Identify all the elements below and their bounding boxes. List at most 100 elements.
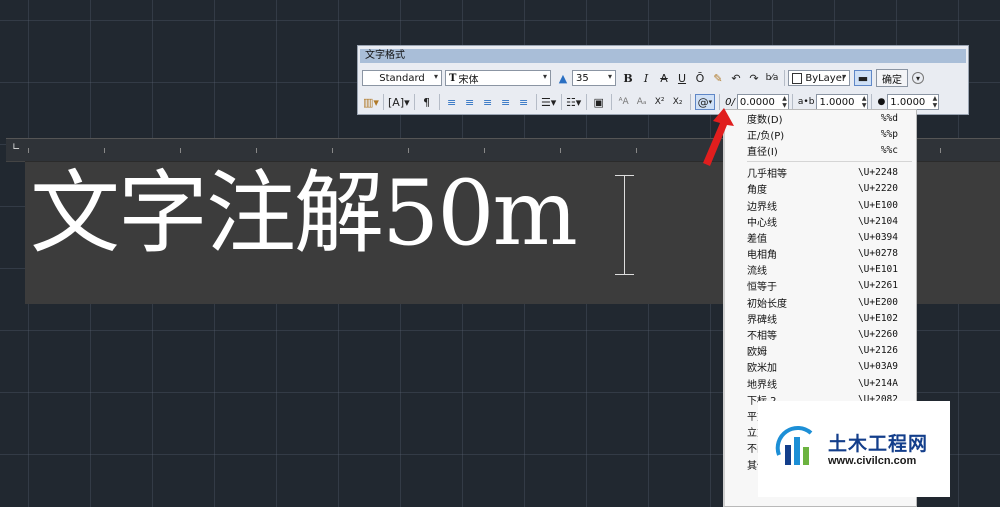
columns-icon[interactable]: ▥▾ <box>363 94 379 110</box>
subscript-button[interactable]: X₂ <box>670 94 686 110</box>
symbol-name: 恒等于 <box>747 282 777 294</box>
spinner-icon[interactable]: ▲ ▼ <box>782 95 787 109</box>
symbol-name: 欧姆 <box>747 347 767 359</box>
symbol-name: 中心线 <box>747 217 777 229</box>
symbol-code: %%d <box>880 112 898 124</box>
align-center-icon[interactable]: ≡ <box>462 94 478 110</box>
symbol-code: \U+0278 <box>857 248 898 260</box>
symbol-code: \U+0394 <box>857 231 898 243</box>
underline-button[interactable]: U <box>674 70 690 86</box>
symbol-menu-item[interactable]: 角度 \U+2220 <box>725 181 916 197</box>
style-dropdown[interactable]: Standard ▾ <box>362 70 442 86</box>
match-format-icon[interactable]: ✎ <box>710 70 726 86</box>
paragraph-icon[interactable]: ¶ <box>419 94 435 110</box>
symbol-code: \U+E200 <box>857 296 898 308</box>
symbol-menu-item[interactable]: 不相等 \U+2260 <box>725 326 916 342</box>
line-spacing-icon[interactable]: ☰▾ <box>541 94 557 110</box>
redo-icon[interactable]: ↷ <box>746 70 762 86</box>
symbol-code: \U+214A <box>857 377 898 389</box>
symbol-menu-item[interactable]: 初始长度 \U+E200 <box>725 294 916 310</box>
symbol-code: %%c <box>880 144 898 156</box>
symbol-menu-item[interactable]: 几乎相等 \U+2248 <box>725 165 916 181</box>
distribute-icon[interactable]: ≡ <box>516 94 532 110</box>
options-icon[interactable]: ▾ <box>912 72 924 84</box>
chevron-down-icon: ▾ <box>841 72 846 81</box>
text-height-value: 35 <box>576 72 589 84</box>
font-value: 宋体 <box>458 74 479 86</box>
bold-button[interactable]: B <box>620 70 636 86</box>
text-height-dropdown[interactable]: 35 ▾ <box>572 70 616 86</box>
superscript-button[interactable]: X² <box>652 94 668 110</box>
ok-button[interactable]: 确定 <box>876 69 908 87</box>
uppercase-icon[interactable]: ᴬA <box>616 94 632 110</box>
symbol-name: 正/负(P) <box>747 130 785 142</box>
width-factor-icon: ● <box>877 97 886 107</box>
symbol-code: \U+E101 <box>857 264 898 276</box>
symbol-menu-item[interactable]: 正/负(P) %%p <box>725 126 916 142</box>
italic-button[interactable]: I <box>638 70 654 86</box>
symbol-code: \U+03A9 <box>857 361 898 373</box>
tracking-value: 1.0000 <box>819 96 855 108</box>
color-swatch <box>792 72 803 84</box>
symbol-menu-item[interactable]: 直径(I) %%c <box>725 142 916 158</box>
strikethrough-button[interactable]: A <box>656 70 672 86</box>
justify-icon[interactable]: ≡ <box>498 94 514 110</box>
symbol-menu-item[interactable]: 度数(D) %%d <box>725 110 916 126</box>
symbol-menu-item[interactable]: 界碑线 \U+E102 <box>725 310 916 326</box>
symbol-name: 度数(D) <box>747 114 783 126</box>
symbol-code: \U+2104 <box>857 215 898 227</box>
mtext-justification-icon[interactable]: [A]▾ <box>388 94 410 110</box>
width-factor-input[interactable]: 1.0000 ▲ ▼ <box>887 94 940 110</box>
oblique-angle-input[interactable]: 0.0000 ▲ ▼ <box>736 94 789 110</box>
symbol-menu-item[interactable]: 地界线 \U+214A <box>725 375 916 391</box>
lowercase-icon[interactable]: Aₐ <box>634 94 650 110</box>
spinner-icon[interactable]: ▲ ▼ <box>933 95 938 109</box>
at-icon: @ <box>697 95 709 109</box>
spinner-icon[interactable]: ▲ ▼ <box>862 95 867 109</box>
symbol-menu-item[interactable]: 恒等于 \U+2261 <box>725 278 916 294</box>
watermark-url: www.civilcn.com <box>828 455 917 467</box>
symbol-name: 直径(I) <box>747 146 778 158</box>
tab-stop-icon[interactable]: ∟ <box>12 143 22 153</box>
oblique-angle-value: 0.0000 <box>739 96 775 108</box>
color-dropdown[interactable]: ByLayer ▾ <box>788 70 850 86</box>
symbol-code: \U+E102 <box>857 312 898 324</box>
toolbar-title[interactable]: 文字格式 <box>360 49 966 63</box>
numbering-icon[interactable]: ☷▾ <box>566 94 582 110</box>
symbol-menu-item[interactable]: 欧米加 \U+03A9 <box>725 359 916 375</box>
symbol-menu-item[interactable]: 电相角 \U+0278 <box>725 246 916 262</box>
symbol-menu-item[interactable]: 边界线 \U+E100 <box>725 197 916 213</box>
symbol-name: 电相角 <box>747 250 777 262</box>
mtext-content[interactable]: 文字注解50m <box>30 159 578 269</box>
symbol-name: 地界线 <box>747 379 777 391</box>
civilcn-logo-icon <box>775 425 813 465</box>
red-arrow-icon <box>703 108 734 166</box>
symbol-code: \U+2260 <box>857 329 898 341</box>
symbol-menu-item[interactable]: 流线 \U+E101 <box>725 262 916 278</box>
symbol-menu-item[interactable]: 欧姆 \U+2126 <box>725 343 916 359</box>
symbol-code: \U+2220 <box>857 183 898 195</box>
chevron-down-icon: ▾ <box>542 72 547 81</box>
insert-field-icon[interactable]: ▣ <box>591 94 607 110</box>
overline-button[interactable]: Ō <box>692 70 708 86</box>
symbol-name: 流线 <box>747 266 767 278</box>
align-left-icon[interactable]: ≡ <box>444 94 460 110</box>
style-value: Standard <box>379 72 425 84</box>
annotative-icon[interactable]: ▲ <box>555 70 571 86</box>
watermark-name: 土木工程网 <box>828 433 929 455</box>
undo-icon[interactable]: ↶ <box>728 70 744 86</box>
truetype-icon: T <box>449 72 457 84</box>
width-factor-value: 1.0000 <box>890 96 926 108</box>
chevron-down-icon: ▾ <box>433 72 438 81</box>
stack-icon[interactable]: b⁄a <box>764 70 780 86</box>
tracking-icon: a•b <box>797 97 815 107</box>
symbol-menu-item[interactable]: 中心线 \U+2104 <box>725 213 916 229</box>
font-dropdown[interactable]: T 宋体 ▾ <box>445 70 551 86</box>
symbol-menu-item[interactable]: 差值 \U+0394 <box>725 229 916 245</box>
align-right-icon[interactable]: ≡ <box>480 94 496 110</box>
symbol-name: 几乎相等 <box>747 169 787 181</box>
symbol-name: 初始长度 <box>747 298 787 310</box>
symbol-name: 差值 <box>747 233 767 245</box>
ruler-toggle-icon[interactable]: ▬ <box>854 70 872 86</box>
tracking-input[interactable]: 1.0000 ▲ ▼ <box>816 94 869 110</box>
